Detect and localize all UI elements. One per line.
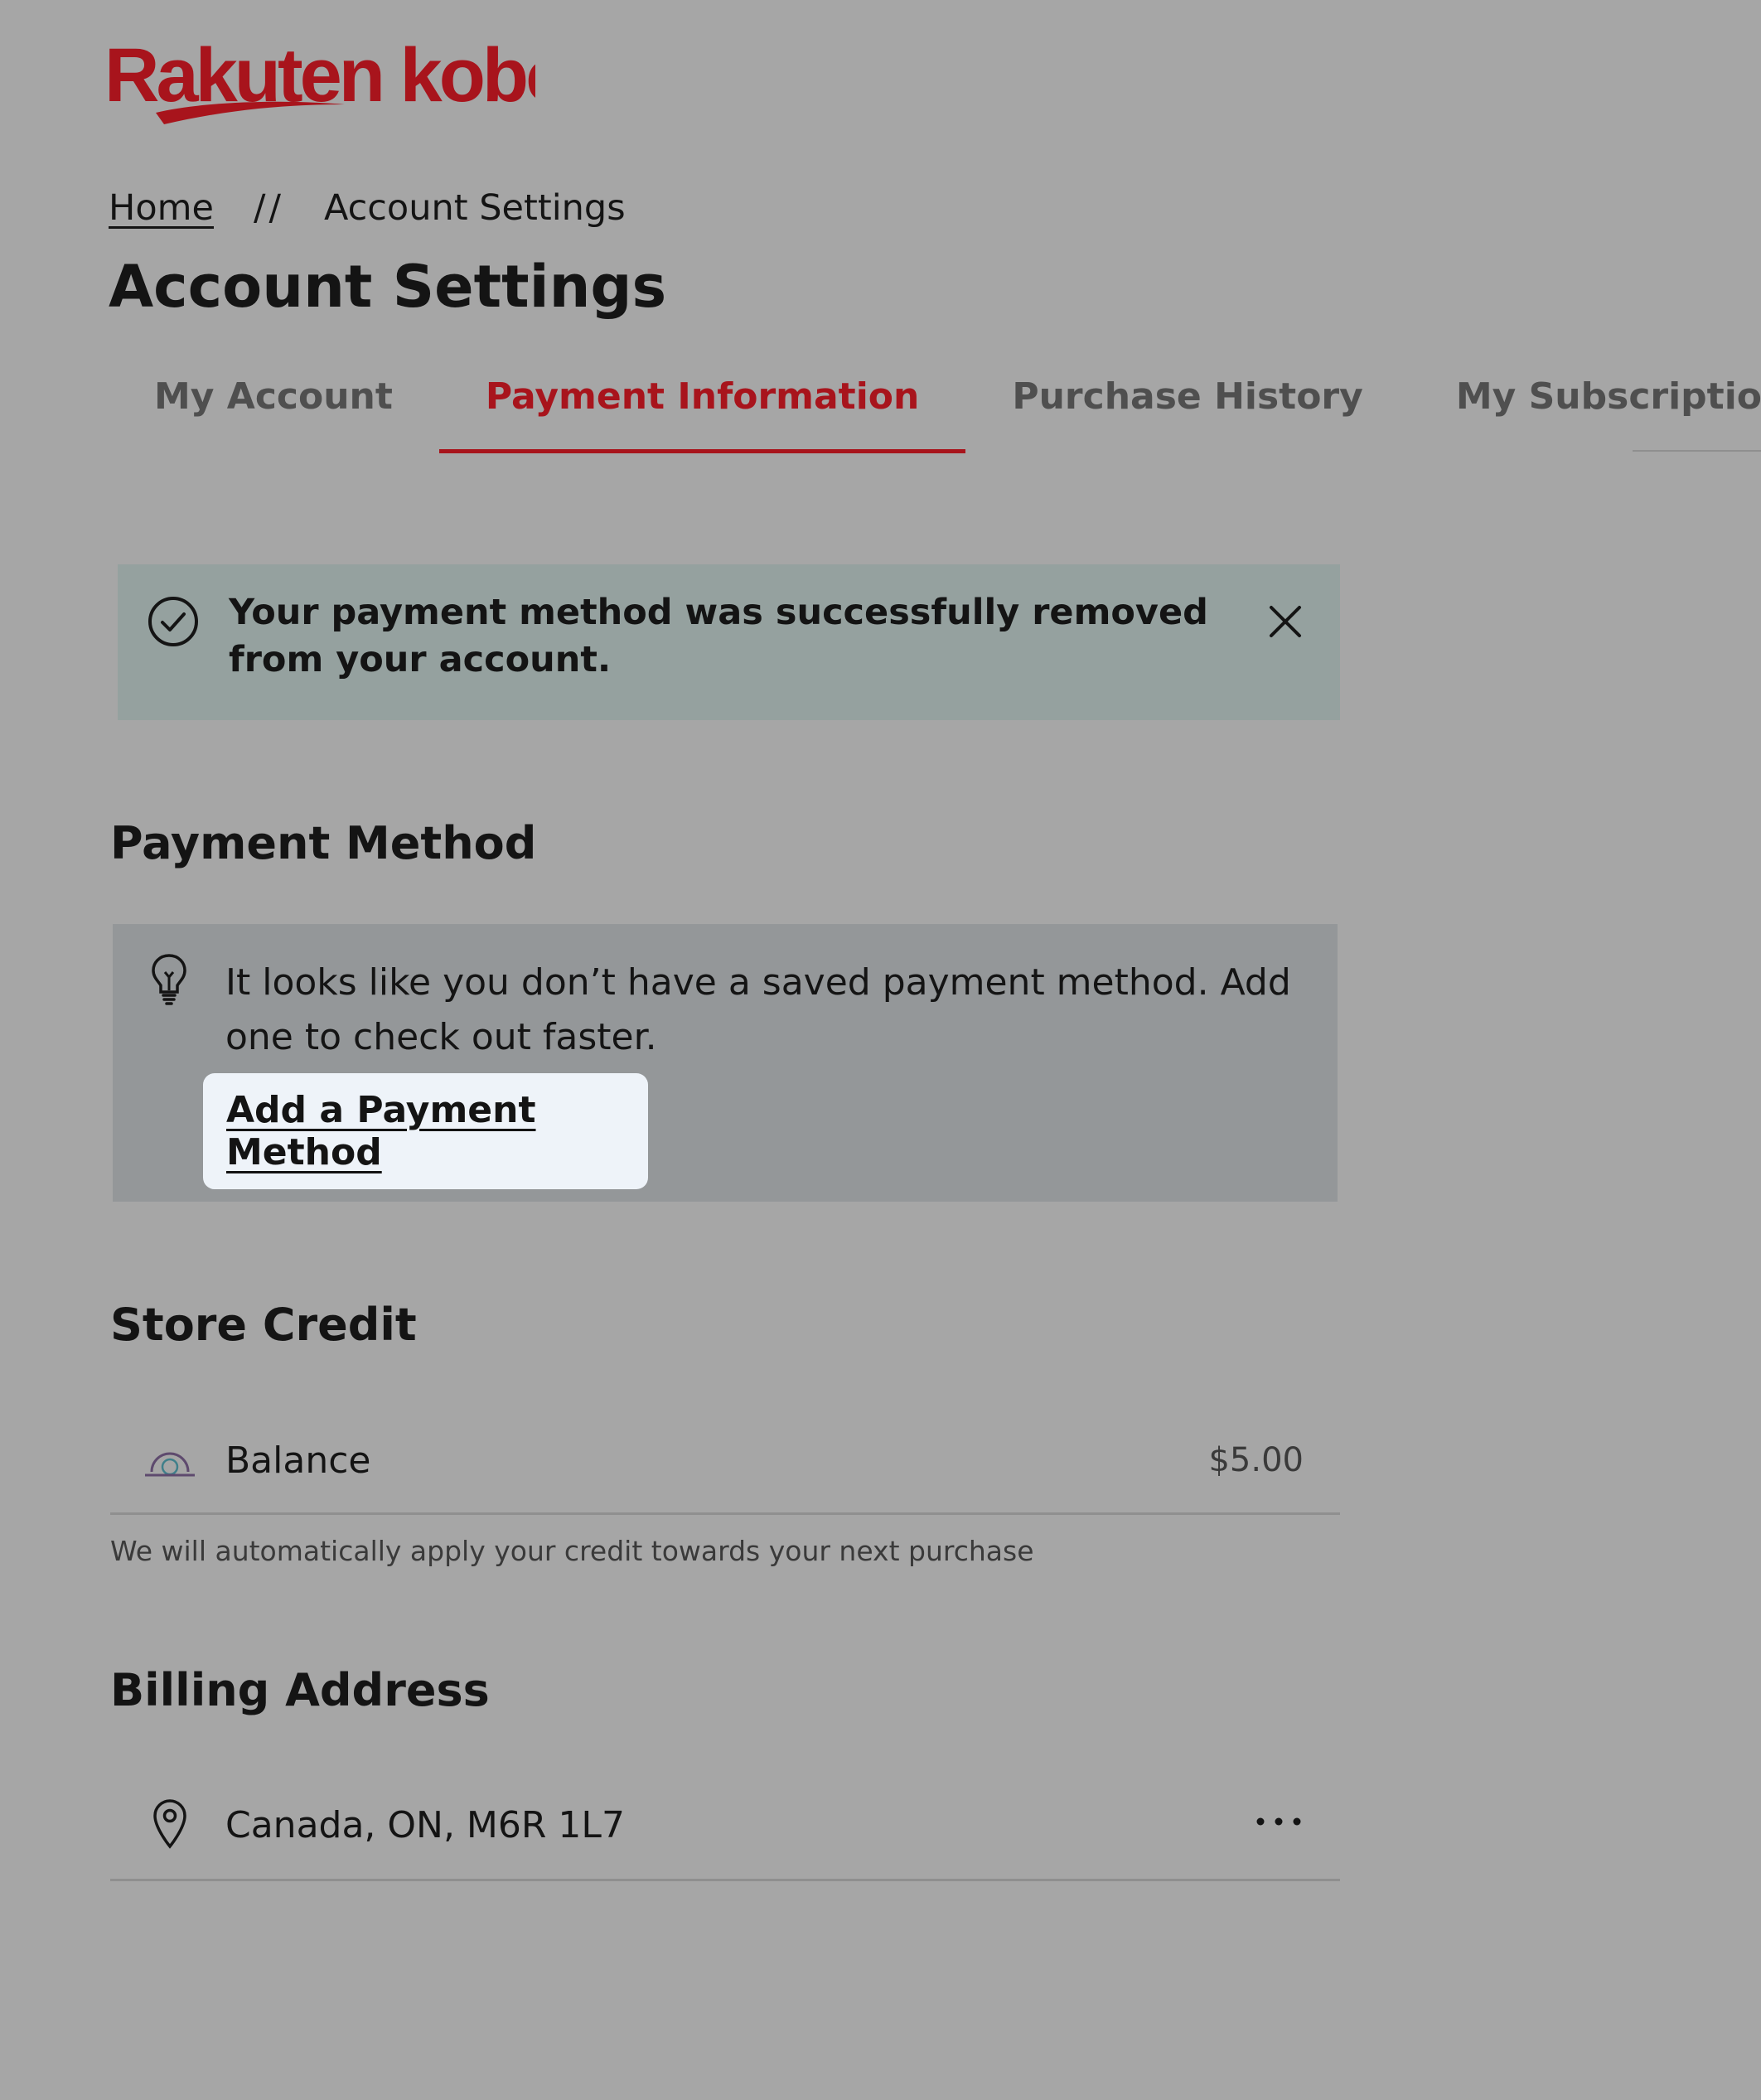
store-credit-note: We will automatically apply your credit …: [110, 1535, 1034, 1567]
check-circle-icon: [148, 597, 198, 646]
billing-address-text: Canada, ON, M6R 1L7: [225, 1804, 625, 1846]
tabs-divider: [1633, 450, 1761, 452]
logo-text: Rakuten kobo: [104, 33, 535, 118]
balance-value: $5.00: [1208, 1441, 1304, 1479]
rakuten-kobo-logo[interactable]: Rakuten kobo: [104, 33, 535, 133]
no-payment-method-text: It looks like you don’t have a saved pay…: [225, 961, 1291, 1058]
location-pin-icon: [153, 1799, 186, 1849]
tab-my-account[interactable]: My Account: [108, 369, 439, 453]
breadcrumb-current: Account Settings: [323, 187, 626, 229]
billing-address-heading: Billing Address: [110, 1664, 490, 1716]
store-credit-balance-row: Balance $5.00: [110, 1409, 1340, 1515]
tab-payment-information[interactable]: Payment Information: [438, 369, 966, 453]
no-payment-method-notice: It looks like you don’t have a saved pay…: [113, 924, 1338, 1202]
page-title: Account Settings: [109, 253, 667, 321]
breadcrumb: Home // Account Settings: [109, 187, 626, 229]
add-payment-method-label: Add a Payment Method: [226, 1089, 536, 1173]
breadcrumb-home-link[interactable]: Home: [109, 187, 214, 229]
store-credit-icon: [145, 1452, 195, 1477]
payment-method-heading: Payment Method: [110, 817, 537, 869]
breadcrumb-separator: //: [253, 187, 284, 229]
tab-my-subscriptions[interactable]: My Subscriptions: [1410, 369, 1761, 453]
balance-label: Balance: [225, 1440, 371, 1482]
tab-purchase-history[interactable]: Purchase History: [965, 369, 1409, 453]
account-tabs: My Account Payment Information Purchase …: [108, 369, 1761, 453]
more-options-icon[interactable]: [1254, 1813, 1304, 1830]
close-icon[interactable]: [1266, 602, 1304, 641]
lightbulb-icon: [152, 954, 186, 1005]
add-payment-method-button[interactable]: Add a Payment Method: [203, 1073, 648, 1189]
success-banner: Your payment method was successfully rem…: [118, 564, 1340, 720]
billing-address-row: Canada, ON, M6R 1L7: [110, 1775, 1340, 1881]
store-credit-heading: Store Credit: [110, 1299, 417, 1351]
banner-message: Your payment method was successfully rem…: [229, 592, 1208, 680]
